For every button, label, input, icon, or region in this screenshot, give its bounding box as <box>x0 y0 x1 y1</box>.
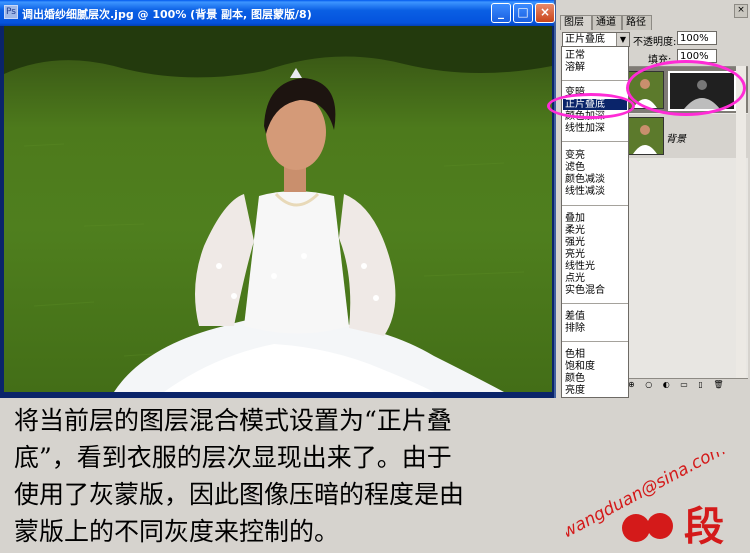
blend-mode-value: 正片叠底 <box>565 34 605 45</box>
chevron-down-icon[interactable]: ▼ <box>616 33 629 46</box>
blend-mode-hard-light[interactable]: 强光 <box>565 237 585 248</box>
document-canvas-photo[interactable] <box>4 26 552 392</box>
blend-mode-soft-light[interactable]: 柔光 <box>565 225 585 236</box>
document-title: 调出婚纱细腻层次.jpg @ 100% (背景 副本, 图层蒙版/8) <box>22 8 312 21</box>
bride-photo-illustration <box>4 26 552 392</box>
caption-line-4: 蒙版上的不同灰度来控制的。 <box>14 517 340 546</box>
layers-scrollbar[interactable] <box>736 66 746 378</box>
opacity-label: 不透明度: <box>633 37 677 48</box>
blend-mode-linear-dodge[interactable]: 线性减淡 <box>565 186 605 197</box>
watermark-signature: 段 <box>684 503 724 550</box>
watermark-graphic: wangduan@sina.com 段 <box>559 439 729 550</box>
blend-mode-screen[interactable]: 滤色 <box>565 162 585 173</box>
minimize-button[interactable]: _ <box>491 3 511 23</box>
highlight-ring-layer-mask <box>626 60 746 116</box>
dropdown-separator <box>562 205 628 206</box>
blend-mode-color[interactable]: 颜色 <box>565 373 585 384</box>
thumbnail-bride-icon <box>633 125 657 154</box>
blend-mode-luminosity[interactable]: 亮度 <box>565 385 585 396</box>
blend-mode-lighten[interactable]: 变亮 <box>565 150 585 161</box>
watermark: wangduan@sina.com 段 <box>559 439 750 550</box>
blend-mode-hard-mix[interactable]: 实色混合 <box>565 285 605 296</box>
opacity-input[interactable]: 100% <box>677 31 717 45</box>
blend-mode-exclusion[interactable]: 排除 <box>565 323 585 334</box>
tab-layers[interactable]: 图层 <box>560 15 592 30</box>
panel-close-button[interactable]: × <box>734 4 748 18</box>
highlight-ring-blend-mode <box>547 93 635 119</box>
blend-mode-select[interactable]: 正片叠底 ▼ <box>562 32 630 47</box>
document-window: Ps 调出婚纱细腻层次.jpg @ 100% (背景 副本, 图层蒙版/8) _… <box>0 0 556 398</box>
blend-mode-linear-light[interactable]: 线性光 <box>565 261 595 272</box>
caption-line-1: 将当前层的图层混合模式设置为“正片叠 <box>14 406 452 435</box>
blend-mode-overlay[interactable]: 叠加 <box>565 213 585 224</box>
close-button[interactable]: × <box>535 3 555 23</box>
blend-mode-color-dodge[interactable]: 颜色减淡 <box>565 174 605 185</box>
blend-mode-dissolve[interactable]: 溶解 <box>565 62 585 73</box>
document-titlebar[interactable]: Ps 调出婚纱细腻层次.jpg @ 100% (背景 副本, 图层蒙版/8) _… <box>0 0 555 26</box>
blend-mode-hue[interactable]: 色相 <box>565 349 585 360</box>
photoshop-doc-icon: Ps <box>4 5 18 19</box>
blend-mode-difference[interactable]: 差值 <box>565 311 585 322</box>
tab-channels[interactable]: 通道 <box>592 15 622 30</box>
dropdown-separator <box>562 141 628 142</box>
blend-mode-saturation[interactable]: 饱和度 <box>565 361 595 372</box>
layers-toolbar[interactable]: ⊕ ○ ◐ ▭ ▯ 🗑 <box>624 378 748 390</box>
blend-mode-pin-light[interactable]: 点光 <box>565 273 585 284</box>
dropdown-separator <box>562 80 628 81</box>
tab-paths[interactable]: 路径 <box>622 15 652 30</box>
tutorial-caption: 将当前层的图层混合模式设置为“正片叠 底”，看到衣服的层次显现出来了。由于 使用… <box>14 402 604 550</box>
dropdown-separator <box>562 341 628 342</box>
blend-mode-normal[interactable]: 正常 <box>565 50 585 61</box>
dropdown-separator <box>562 303 628 304</box>
blend-mode-linear-burn[interactable]: 线性加深 <box>565 123 605 134</box>
layer-thumbnail-background[interactable] <box>626 117 664 155</box>
caption-line-2: 底”，看到衣服的层次显现出来了。由于 <box>14 443 452 472</box>
maximize-button[interactable]: □ <box>513 3 533 23</box>
layer-name-background: 背景 <box>666 134 686 145</box>
caption-line-3: 使用了灰蒙版，因此图像压暗的程度是由 <box>14 480 465 509</box>
blend-mode-vivid-light[interactable]: 亮光 <box>565 249 585 260</box>
